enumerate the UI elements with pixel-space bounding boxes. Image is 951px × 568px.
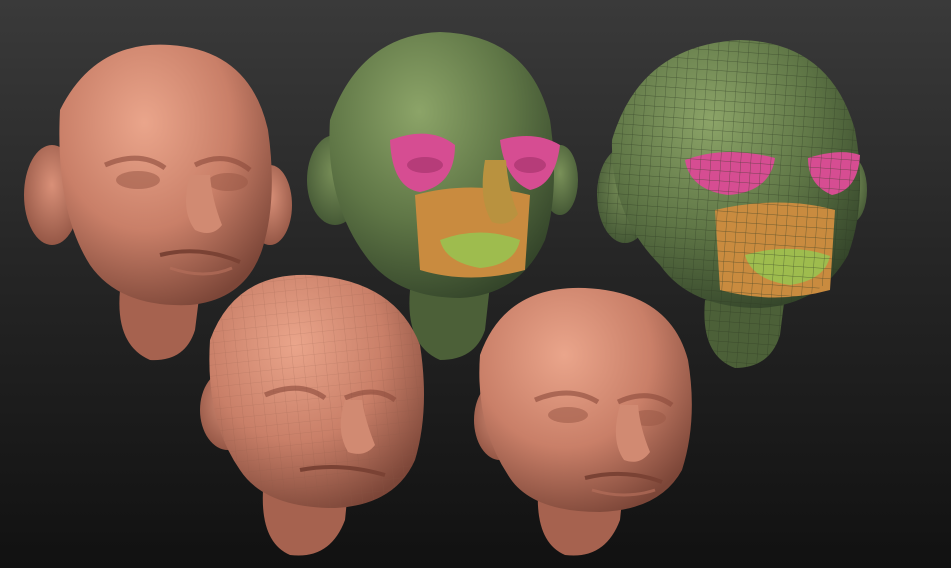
wireframe-overlay xyxy=(611,40,861,308)
render-canvas xyxy=(24,32,867,556)
sculpt-head-lowpoly[interactable] xyxy=(200,274,424,556)
3d-viewport[interactable] xyxy=(0,0,951,568)
sculpt-head-detailed[interactable] xyxy=(474,287,692,556)
